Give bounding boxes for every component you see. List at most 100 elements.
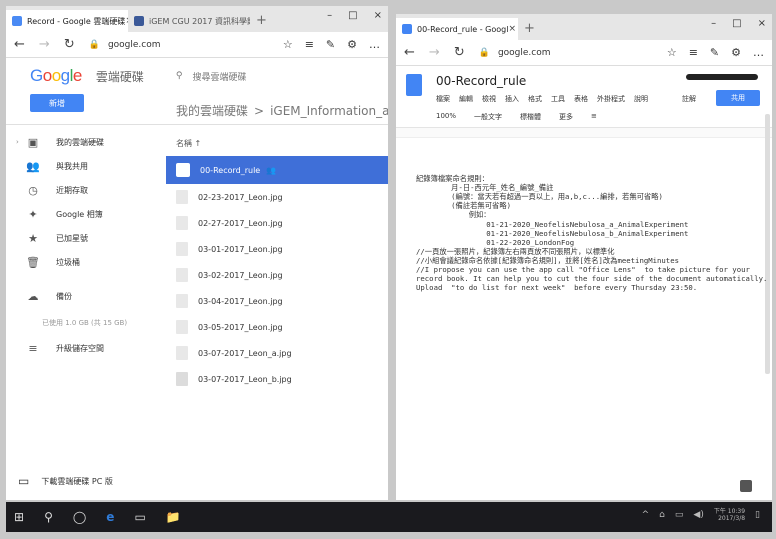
menu-tools[interactable]: 工具 — [551, 94, 565, 104]
web-note-icon[interactable]: ✎ — [710, 46, 719, 59]
cloud-icon: ☁ — [27, 289, 39, 303]
new-tab-button[interactable]: + — [518, 21, 541, 40]
document-title[interactable]: 00-Record_rule — [436, 74, 526, 88]
upgrade-storage-link[interactable]: ≡ 升級儲存空間 — [16, 336, 166, 360]
share-icon[interactable]: ⚙ — [731, 46, 741, 59]
file-row[interactable]: 02-27-2017_Leon.jpg — [166, 210, 388, 236]
clock[interactable]: 下午 10:39 2017/3/8 — [714, 508, 745, 522]
search-input[interactable]: ⚲ 搜尋雲端硬碟 — [176, 70, 247, 83]
new-button[interactable]: 新增 — [30, 94, 84, 112]
tab-drive[interactable]: Record - Google 雲端硬碟 × — [6, 10, 128, 32]
download-drive-pc-link[interactable]: ▭ 下載雲端硬碟 PC 版 — [18, 474, 113, 488]
sidebar-item-shared[interactable]: 👥 與我共用 — [16, 154, 166, 178]
comments-button[interactable]: 註解 — [682, 94, 696, 104]
minimize-button[interactable]: – — [711, 18, 716, 29]
chevron-up-icon[interactable]: ^ — [642, 510, 650, 520]
battery-icon[interactable]: ▭ — [675, 510, 684, 520]
web-note-icon[interactable]: ✎ — [326, 38, 335, 51]
back-arrow-icon[interactable]: ← — [14, 37, 25, 52]
explore-button[interactable] — [740, 480, 752, 492]
menu-help[interactable]: 說明 — [634, 94, 648, 104]
sidebar-item-recent[interactable]: ◷ 近期存取 — [16, 178, 166, 202]
file-row[interactable]: 00-Record_rule 👥 — [166, 156, 388, 184]
file-row[interactable]: 03-07-2017_Leon_a.jpg — [166, 340, 388, 366]
scrollbar[interactable] — [765, 114, 770, 374]
edge-browser-icon[interactable]: e — [106, 510, 114, 524]
maximize-button[interactable]: □ — [348, 10, 357, 21]
more-toolbar-button[interactable]: 更多 — [559, 112, 573, 122]
docs-browser-window: 00-Record_rule - Googl × + – □ × ← → ↻ 🔒… — [396, 14, 772, 500]
url-field[interactable]: 🔒 google.com — [89, 40, 269, 50]
chevron-right-icon[interactable]: › — [16, 138, 24, 146]
close-tab-icon[interactable]: × — [508, 24, 516, 34]
align-icon[interactable]: ≡ — [591, 112, 597, 122]
back-arrow-icon[interactable]: ← — [404, 45, 415, 60]
doc-line: (編號：當天若有超過一頁以上，用a,b,c...編排，若無可省略) — [416, 192, 663, 202]
breadcrumb-root[interactable]: 我的雲端硬碟 — [176, 104, 248, 118]
hub-icon[interactable]: ≡ — [305, 38, 314, 51]
refresh-icon[interactable]: ↻ — [454, 45, 465, 60]
notification-icon[interactable]: ▯ — [755, 510, 760, 520]
address-bar: ← → ↻ 🔒 google.com ☆ ≡ ✎ ⚙ … — [6, 32, 388, 58]
ruler[interactable] — [396, 128, 772, 138]
volume-icon[interactable]: ◀) — [693, 510, 703, 520]
sidebar-item-my-drive[interactable]: › ▣ 我的雲端硬碟 — [16, 130, 166, 154]
task-view-icon[interactable]: ▭ — [134, 510, 145, 524]
shared-icon: 👥 — [266, 165, 277, 175]
close-window-button[interactable]: × — [758, 18, 766, 29]
share-button[interactable]: 共用 — [716, 90, 760, 106]
tab-igem[interactable]: iGEM CGU 2017 資訊科學館 — [128, 10, 250, 32]
zoom-select[interactable]: 100% — [436, 112, 456, 122]
hub-icon[interactable]: ≡ — [689, 46, 698, 59]
url-field[interactable]: 🔒 google.com — [479, 48, 653, 58]
tab-docs[interactable]: 00-Record_rule - Googl × — [396, 18, 518, 40]
network-icon[interactable]: ⌂ — [659, 510, 665, 520]
share-icon[interactable]: ⚙ — [347, 38, 357, 51]
menu-format[interactable]: 格式 — [528, 94, 542, 104]
more-icon[interactable]: … — [369, 38, 380, 51]
document-body[interactable]: 紀錄簿檔案命名規則： 月-日-西元年_姓名_編號_備註 (編號：當天若有超過一頁… — [416, 174, 767, 292]
start-windows-icon[interactable]: ⊞ — [14, 510, 24, 524]
cortana-icon[interactable]: ◯ — [73, 510, 86, 524]
breadcrumb-current[interactable]: iGEM_Information_and_Sim — [270, 104, 388, 118]
style-select[interactable]: 一般文字 — [474, 112, 502, 122]
file-row[interactable]: 03-01-2017_Leon.jpg — [166, 236, 388, 262]
format-toolbar: 100% 一般文字 標楷體 更多 ≡ — [436, 112, 597, 122]
search-icon[interactable]: ⚲ — [44, 510, 53, 524]
breadcrumb-separator: > — [254, 104, 265, 118]
forward-arrow-icon[interactable]: → — [429, 45, 440, 60]
menu-file[interactable]: 檔案 — [436, 94, 450, 104]
image-file-icon — [176, 320, 188, 334]
refresh-icon[interactable]: ↻ — [64, 37, 75, 52]
name-column-header[interactable]: 名稱 ↑ — [166, 130, 388, 156]
forward-arrow-icon[interactable]: → — [39, 37, 50, 52]
new-tab-button[interactable]: + — [250, 13, 273, 32]
file-row[interactable]: 03-07-2017_Leon_b.jpg — [166, 366, 388, 392]
favorite-star-icon[interactable]: ☆ — [667, 46, 677, 59]
menu-table[interactable]: 表格 — [574, 94, 588, 104]
font-select[interactable]: 標楷體 — [520, 112, 541, 122]
sidebar-item-label: 備份 — [56, 291, 72, 301]
file-row[interactable]: 02-23-2017_Leon.jpg — [166, 184, 388, 210]
minimize-button[interactable]: – — [327, 10, 332, 21]
sidebar-item-trash[interactable]: 🗑 垃圾桶 — [16, 250, 166, 274]
menu-addons[interactable]: 外掛程式 — [597, 94, 625, 104]
file-explorer-icon[interactable]: 📁 — [166, 510, 181, 524]
close-window-button[interactable]: × — [374, 10, 382, 21]
clock-time: 下午 10:39 — [713, 508, 746, 515]
doc-line: 月-日-西元年_姓名_編號_備註 — [416, 183, 554, 193]
maximize-button[interactable]: □ — [732, 18, 741, 29]
file-row[interactable]: 03-02-2017_Leon.jpg — [166, 262, 388, 288]
file-row[interactable]: 03-05-2017_Leon.jpg — [166, 314, 388, 340]
docs-logo-icon[interactable] — [406, 74, 422, 96]
sidebar-item-label: 垃圾桶 — [56, 257, 80, 267]
sidebar-item-photos[interactable]: ✦ Google 相簿 — [16, 202, 166, 226]
sidebar-item-backup[interactable]: ☁ 備份 — [16, 284, 166, 308]
sidebar-item-starred[interactable]: ★ 已加星號 — [16, 226, 166, 250]
file-row[interactable]: 03-04-2017_Leon.jpg — [166, 288, 388, 314]
menu-insert[interactable]: 插入 — [505, 94, 519, 104]
menu-view[interactable]: 檢視 — [482, 94, 496, 104]
menu-edit[interactable]: 編輯 — [459, 94, 473, 104]
more-icon[interactable]: … — [753, 46, 764, 59]
favorite-star-icon[interactable]: ☆ — [283, 38, 293, 51]
